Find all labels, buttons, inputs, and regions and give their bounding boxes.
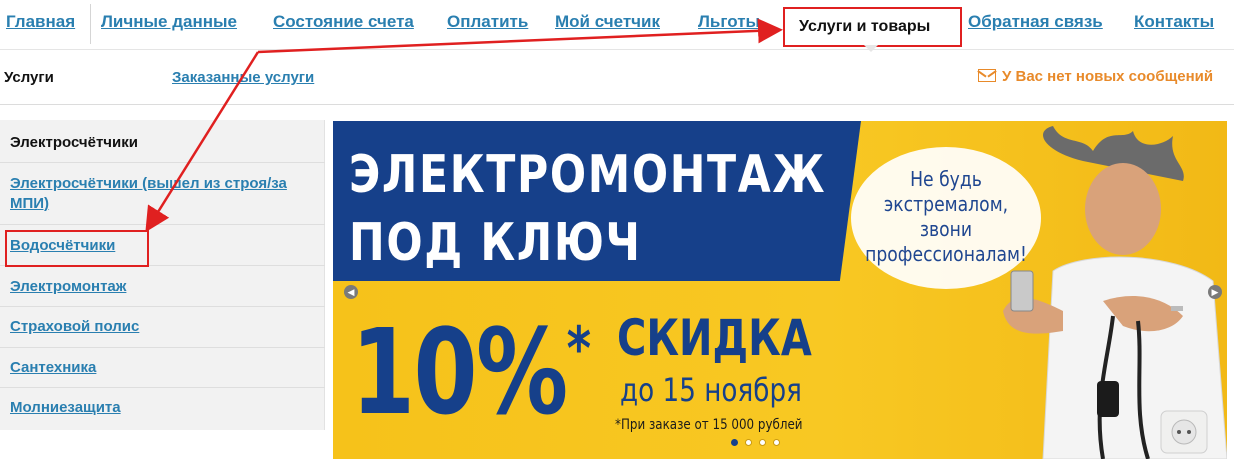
sidebar-item-electricity-meters-broken[interactable]: Электросчётчики (вышел из строя/за МПИ) [0,163,325,225]
bubble-line: профессионалам! [865,242,1027,266]
nav-separator [90,4,91,44]
nav-my-meter-link[interactable]: Мой счетчик [555,12,660,32]
divider [0,49,1234,50]
services-sidebar: Электросчётчики Электросчётчики (вышел и… [0,120,325,430]
banner-prev-icon[interactable]: ◀ [344,285,358,299]
discount-deadline: до 15 ноября [620,371,802,409]
sidebar-item-electrical-installation[interactable]: Электромонтаж [0,266,325,307]
sidebar-item-label: Электросчётчики [10,134,138,151]
sidebar-item-insurance-policy[interactable]: Страховой полис [0,307,325,348]
bubble-line: звони [919,217,973,241]
nav-pay-link[interactable]: Оплатить [447,12,528,32]
messages-text: У Вас нет новых сообщений [1002,68,1214,85]
nav-services-label: Услуги и товары [799,18,931,35]
subnav-ordered-services-link[interactable]: Заказанные услуги [172,69,314,86]
messages-notice[interactable]: У Вас нет новых сообщений [978,68,1213,85]
sidebar-item-label: Электросчётчики (вышел из строя/за МПИ) [10,175,287,212]
sidebar-item-label: Сантехника [10,359,97,376]
water-meters-highlight-box [5,230,149,267]
banner-dot-1[interactable] [731,439,738,446]
bubble-line: Не будь [910,167,982,191]
discount-percent-value: 10% [351,303,568,441]
discount-percent: 10%* [351,303,592,441]
sidebar-item-label: Молниезащита [10,399,121,416]
sidebar-item-electricity-meters[interactable]: Электросчётчики [0,120,325,163]
nav-account-status-link[interactable]: Состояние счета [273,12,414,32]
banner-title-line1: ЭЛЕКТРОМОНТАЖ [349,145,827,205]
envelope-icon [978,69,996,82]
nav-contacts-link[interactable]: Контакты [1134,12,1214,32]
nav-services-tab-active[interactable]: Услуги и товары [783,7,962,47]
sidebar-item-plumbing[interactable]: Сантехника [0,348,325,388]
banner-dot-2[interactable] [745,439,752,446]
nav-benefits-link[interactable]: Льготы [698,12,760,32]
promo-banner[interactable]: ЭЛЕКТРОМОНТАЖ ПОД КЛЮЧ Не будь экстремал… [333,121,1227,459]
banner-dot-3[interactable] [759,439,766,446]
top-navigation: Главная Личные данные Состояние счета Оп… [0,0,1234,52]
nav-feedback-link[interactable]: Обратная связь [968,12,1103,32]
sidebar-item-lightning-protection[interactable]: Молниезащита [0,388,325,430]
banner-title-line2: ПОД КЛЮЧ [349,213,642,273]
sidebar-item-label: Электромонтаж [10,278,127,295]
bubble-line: экстремалом, [883,192,1009,216]
subnav-current-services: Услуги [4,69,54,86]
discount-label: СКИДКА [617,309,812,367]
nav-personal-data-link[interactable]: Личные данные [101,12,237,32]
divider [0,104,1234,105]
sidebar-item-label: Страховой полис [10,318,140,335]
discount-footnote: *При заказе от 15 000 рублей [615,417,803,433]
nav-home-link[interactable]: Главная [6,12,75,32]
banner-pagination [731,433,787,451]
banner-next-icon[interactable]: ▶ [1208,285,1222,299]
speech-bubble-text: Не будь экстремалом, звони профессионала… [864,167,1027,267]
banner-dot-4[interactable] [773,439,780,446]
discount-asterisk: * [566,314,592,384]
